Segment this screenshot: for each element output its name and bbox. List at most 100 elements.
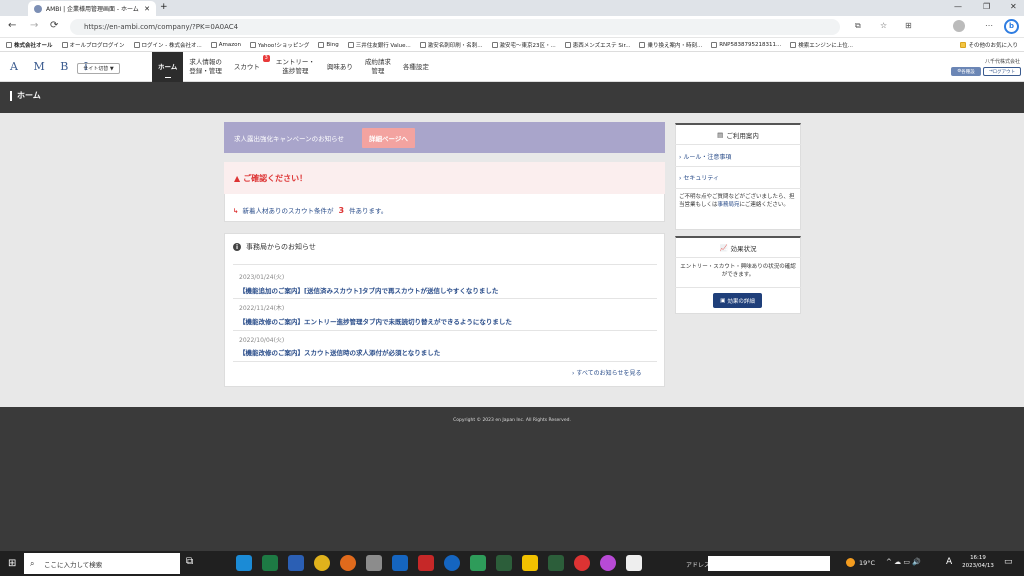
firefox-app-icon[interactable] [340,555,356,571]
bookmark-9[interactable]: 恵西メンズエステ Sir... [564,41,630,49]
nav-entry-progress[interactable]: エントリー・ 進捗管理 [270,52,321,82]
divider [233,264,657,265]
news-link[interactable]: 【機能追加のご案内】[送信済みスカウト]タブ内で再スカウトが送信しやすくなりまし… [239,285,498,295]
browser-tab[interactable]: AMBI | 企業様用管理画面 - ホーム ✕ [28,1,156,16]
nav-job-postings[interactable]: 求人情報の 登録・管理 [183,52,228,82]
app-icon[interactable] [470,555,486,571]
divider [233,330,657,331]
all-news-link[interactable]: › すべてのお知らせを見る [572,368,642,377]
app-icon[interactable] [522,555,538,571]
taskbar-address-label: アドレス [686,562,711,569]
extensions-icon[interactable]: ⧉ [855,21,861,31]
settings-button[interactable]: ⚙ 各種設 [951,67,981,76]
bookmark-icon [491,41,498,48]
effect-title: 効果状況 [730,244,757,253]
bookmark-icon [419,41,426,48]
news-link[interactable]: 【機能改修のご案内】スカウト送信時の求人添付が必須となりました [239,347,440,357]
book-icon: ▤ [717,130,724,139]
chrome-app-icon[interactable] [574,555,590,571]
campaign-detail-button[interactable]: 詳細ページへ [362,127,415,148]
taskbar-search-input[interactable]: ⌕ ここに入力して検索 [24,553,180,574]
app-icon[interactable] [496,555,512,571]
taskbar-search-placeholder: ここに入力して検索 [44,560,103,569]
guide-link-security[interactable]: › セキュリティ [679,173,719,182]
app-icon[interactable] [418,555,434,571]
chrome-app-icon[interactable] [314,555,330,571]
new-tab-button[interactable]: + [160,2,168,12]
divider [233,361,657,362]
footer [0,407,1024,551]
excel-app-icon[interactable] [262,555,278,571]
restore-icon[interactable]: ❐ [983,2,990,11]
nav-scout[interactable]: スカウト 3 [228,52,270,82]
task-view-icon[interactable]: ⧉ [186,556,193,567]
site-switch-select[interactable]: サイト切替 ▼ [77,63,120,74]
bookmark-3[interactable]: Amazon [210,41,241,48]
chrome-app-icon[interactable] [600,555,616,571]
weather-widget[interactable]: 19°C [846,558,875,567]
contact-office-link[interactable]: 事務局宛 [718,202,740,208]
system-clock[interactable]: 16:19 2023/04/13 [960,554,996,570]
scout-badge: 3 [262,55,270,62]
scout-notice[interactable]: ↳ 新着人材ありのスカウト条件が 3 件あります。 [233,205,387,215]
company-name: 八千代株式会社 [984,59,1020,65]
confirm-header: ▲ ご確認ください！ [224,162,665,194]
logout-button[interactable]: ⇥ ログアウト [983,67,1021,76]
effect-detail-label: 効果の詳細 [727,298,755,305]
folder-app-icon[interactable] [366,555,382,571]
windows-start-icon[interactable]: ⊞ [8,558,16,569]
guide-link-rules[interactable]: › ルール・注意事項 [679,152,731,161]
minimize-icon[interactable]: — [954,2,962,11]
outlook-app-icon[interactable] [392,555,408,571]
bookmark-6[interactable]: 三井住友銀行 Value... [347,41,411,49]
bookmark-folder[interactable]: その他のお気に入り [960,41,1018,49]
effect-detail-button[interactable]: ▣ 効果の詳細 [713,293,762,308]
nav-billing[interactable]: 成約請求 管理 [359,52,397,82]
confirm-title: ご確認ください！ [243,173,308,183]
refresh-icon[interactable]: ⟳ [50,20,58,31]
collections-icon[interactable]: ⊞ [905,21,912,30]
bookmark-12[interactable]: 検索エンジンに上位... [790,41,853,49]
sun-icon [846,558,855,567]
ime-indicator[interactable]: A [946,557,952,567]
close-window-icon[interactable]: ✕ [1010,2,1017,11]
forward-icon[interactable]: → [30,20,38,31]
bookmark-icon [347,41,354,48]
divider [675,166,801,167]
bookmark-1[interactable]: オールブログログイン [61,41,125,49]
bookmark-8[interactable]: 激安宅〜東京23区・... [491,41,556,49]
news-link[interactable]: 【機能改修のご案内】エントリー進捗管理タブ内で未既読切り替えができるようになりま… [239,316,512,326]
close-tab-icon[interactable]: ✕ [144,5,150,13]
edge-app-icon[interactable] [236,555,252,571]
bookmark-11[interactable]: RNP5838795218311... [711,41,781,48]
app-icon[interactable] [444,555,460,571]
settings-button-label: 各種設 [961,69,975,75]
favorites-icon[interactable]: ☆ [880,21,887,30]
bing-icon[interactable]: b [1004,19,1019,34]
tray-icons[interactable]: ^ ☁ ▭ 🔊 [886,558,921,566]
bookmark-4[interactable]: Yahoo!ショッピング [250,41,309,49]
tab-favicon-icon [34,4,42,13]
bookmark-7[interactable]: 激安名刺印刷・名刺... [419,41,483,49]
taskbar-address-input[interactable] [708,556,830,571]
menu-icon[interactable]: ⋯ [985,21,993,30]
notification-icon[interactable]: ▭ [1004,557,1013,567]
nav-home[interactable]: ホーム [152,52,184,82]
bookmark-2[interactable]: ログイン - 株式会社オ... [133,41,202,49]
bookmark-icon [790,41,797,48]
nav-interested[interactable]: 興味あり [321,52,359,82]
app-icon[interactable] [548,555,564,571]
bookmark-icon [639,41,646,48]
nav-settings[interactable]: 各種設定 [397,52,435,82]
warning-icon: ▲ [234,173,241,183]
word-app-icon[interactable] [288,555,304,571]
divider [675,287,801,288]
bookmark-10[interactable]: 乗り換え案内・時刻... [639,41,702,49]
url-input[interactable]: https://en-ambi.com/company/?PK=0A0AC4 [70,19,840,35]
app-icon[interactable] [626,555,642,571]
effect-header: 📈 効果状況 [675,238,801,258]
profile-avatar[interactable] [953,20,965,32]
back-icon[interactable]: ← [8,20,16,31]
bookmark-5[interactable]: Bing [318,41,339,48]
bookmark-0[interactable]: 株式会社オール [6,41,53,49]
